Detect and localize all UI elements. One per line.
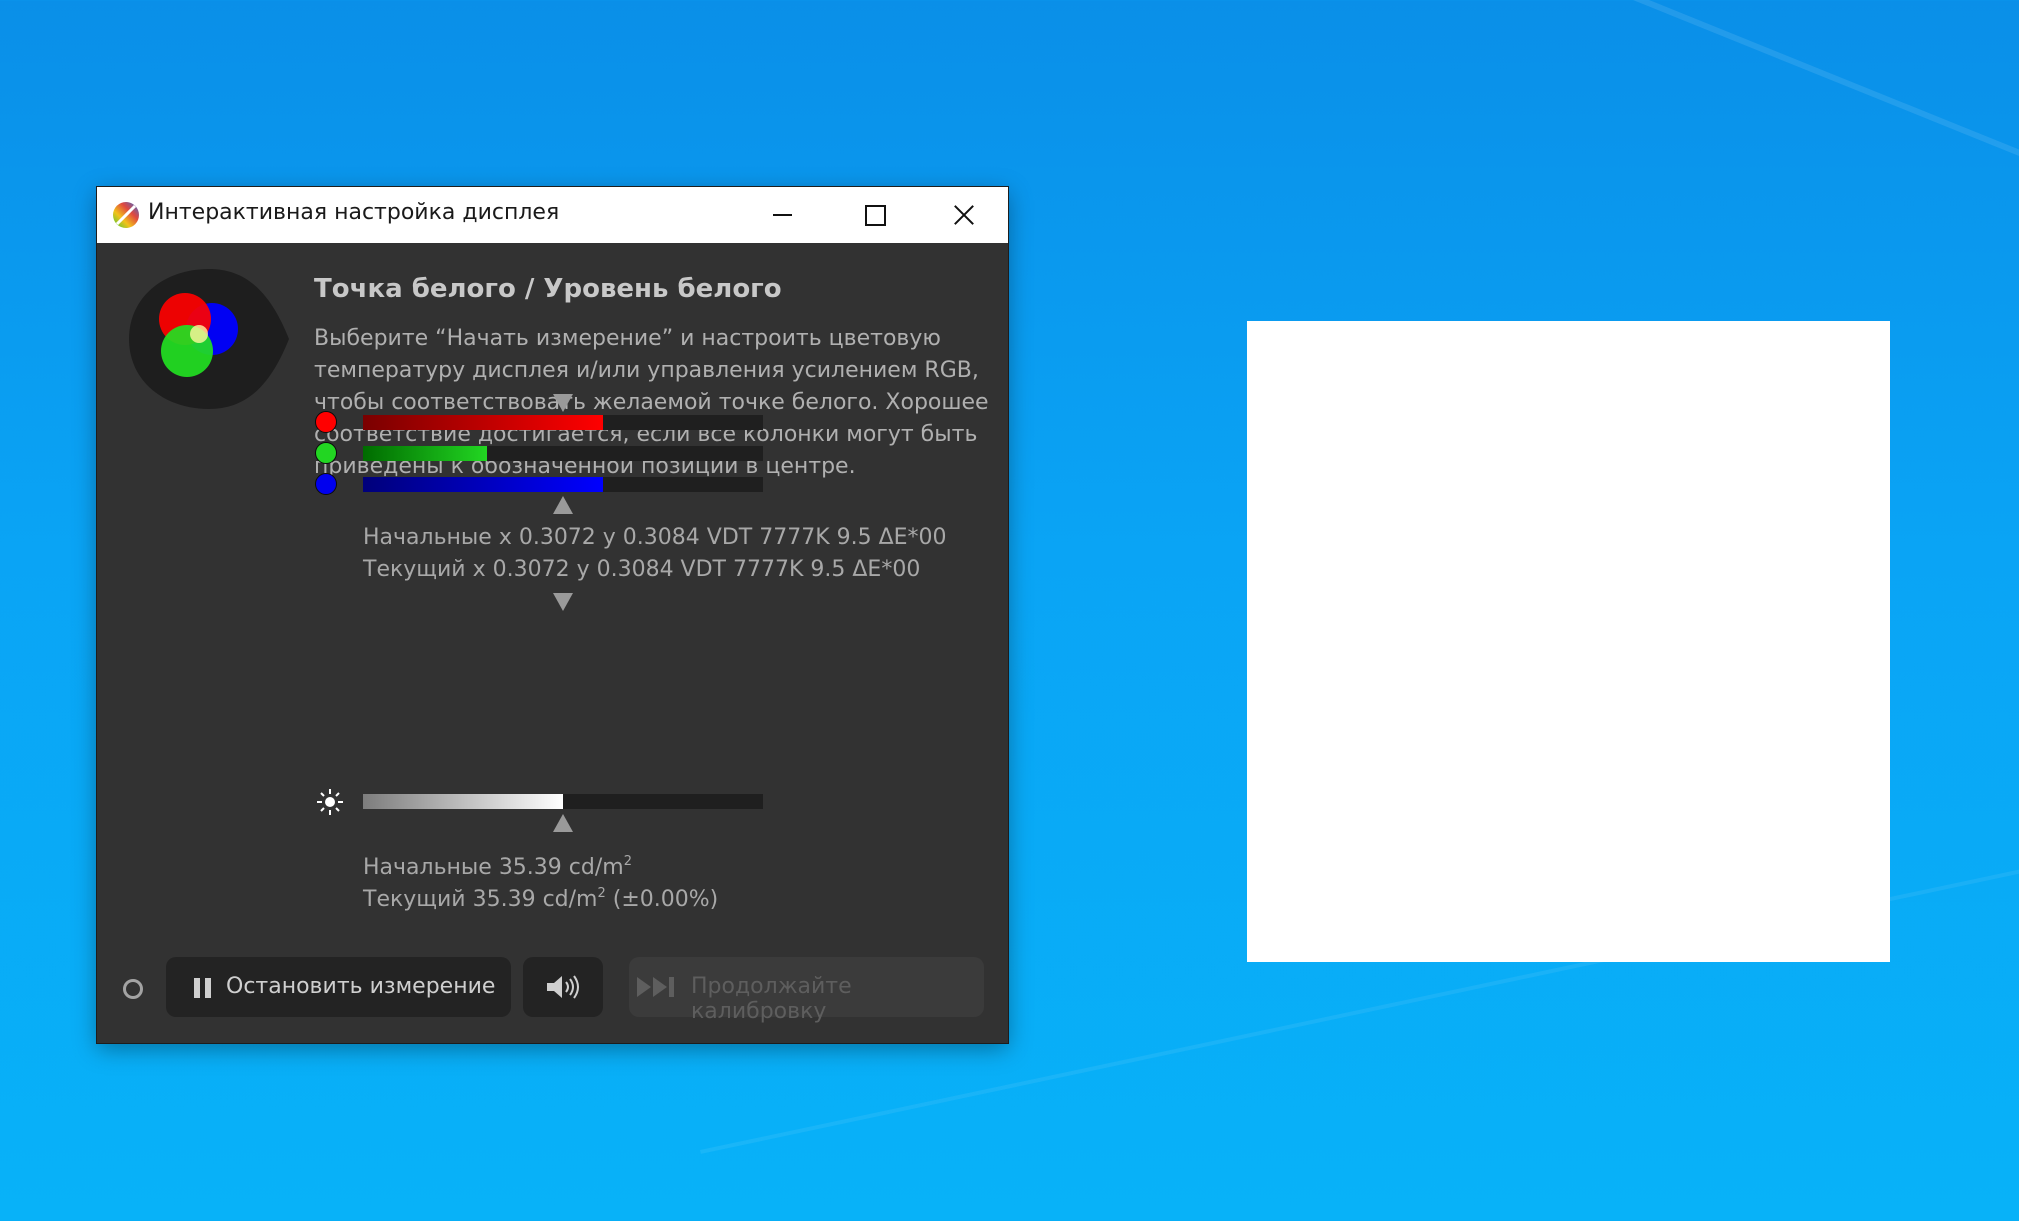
sun-icon (317, 789, 343, 815)
window-title: Интерактивная настройка дисплея (148, 200, 560, 225)
red-gain-bar (363, 415, 763, 430)
luminance-fill (363, 794, 563, 809)
section-heading: Точка белого / Уровень белого (314, 274, 782, 304)
maximize-button[interactable] (828, 187, 920, 243)
chroma-initial-readout: Начальные x 0.3072 y 0.3084 VDT 7777K 9.… (363, 525, 947, 550)
red-gain-fill (363, 415, 603, 430)
sound-toggle-button[interactable] (523, 957, 603, 1017)
calibration-window: Интерактивная настройка дисплея Точка бе… (97, 187, 1008, 1043)
rgb-logo-icon (129, 269, 289, 409)
luminance-bar (363, 794, 763, 809)
green-gain-fill (363, 446, 487, 461)
green-channel-dot (315, 442, 337, 464)
green-gain-bar (363, 446, 763, 461)
blue-channel-dot (315, 473, 337, 495)
displaycal-icon (113, 202, 139, 228)
luminance-target-marker-bottom (553, 814, 573, 832)
title-bar[interactable]: Интерактивная настройка дисплея (97, 187, 1008, 243)
measurement-patch (1247, 321, 1890, 962)
luminance-target-marker-top (553, 593, 573, 611)
blue-gain-fill (363, 477, 603, 492)
skip-forward-icon (637, 977, 674, 997)
speaker-icon (547, 975, 579, 999)
pause-icon (194, 978, 212, 998)
blue-gain-bar (363, 477, 763, 492)
continue-calibration-button[interactable]: Продолжайте калибровку (629, 957, 984, 1024)
rgb-target-marker-bottom (553, 496, 573, 514)
desktop-light-streak (1547, 0, 2019, 303)
continue-calibration-label: Продолжайте калибровку (691, 974, 852, 1024)
chroma-current-readout: Текущий x 0.3072 y 0.3084 VDT 7777K 9.5 … (363, 557, 921, 582)
status-dot-icon (123, 979, 143, 999)
luminance-initial-readout: Начальные 35.39 cd/m2 (363, 854, 632, 880)
red-channel-dot (315, 411, 337, 433)
close-button[interactable] (917, 187, 1009, 243)
rgb-target-marker-top (553, 394, 573, 412)
luminance-current-readout: Текущий 35.39 cd/m2 (±0.00%) (363, 886, 719, 912)
minimize-button[interactable] (736, 187, 828, 243)
stop-measurement-label: Остановить измерение (226, 974, 496, 999)
stop-measurement-button[interactable]: Остановить измерение (166, 957, 511, 1017)
